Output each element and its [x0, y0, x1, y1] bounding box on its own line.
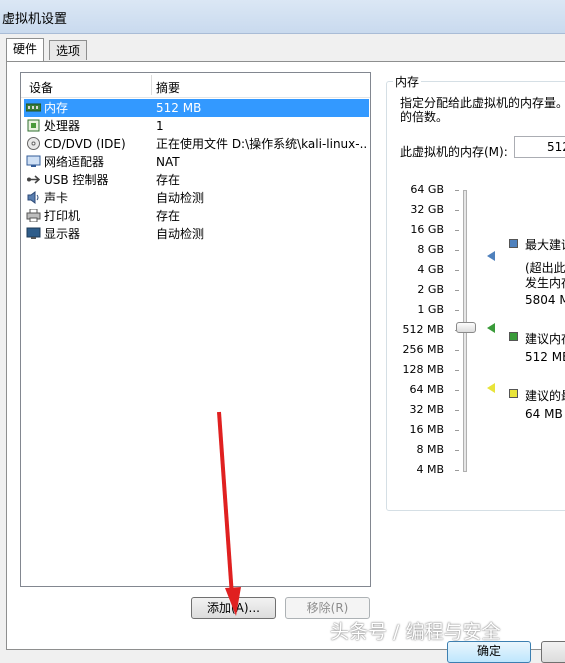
memory-description-line1: 指定分配给此虚拟机的内存量。 — [400, 96, 565, 110]
scale-label: 32 MB — [409, 403, 444, 416]
scale-label: 16 MB — [409, 423, 444, 436]
device-row-network-adapter[interactable]: 网络适配器 NAT — [24, 153, 369, 171]
device-summary: NAT — [156, 155, 180, 169]
device-row-memory[interactable]: 内存 512 MB — [24, 99, 369, 117]
scale-tick — [455, 390, 459, 391]
device-summary: 存在 — [156, 209, 181, 223]
scale-tick — [455, 230, 459, 231]
recommended-swatch — [509, 332, 518, 341]
scale-label: 64 MB — [409, 383, 444, 396]
min-recommended-value: 64 MB — [525, 407, 563, 421]
device-name: USB 控制器 — [44, 173, 109, 187]
memory-amount-label: 此虚拟机的内存(M): — [400, 145, 508, 159]
remove-button[interactable]: 移除(R) — [285, 597, 370, 619]
ok-button[interactable]: 确定 — [447, 641, 531, 663]
device-name: 内存 — [44, 101, 69, 115]
watermark: 头条号 / 编程与安全 — [330, 621, 501, 643]
max-recommended-swatch — [509, 239, 518, 248]
scale-tick — [455, 310, 459, 311]
min-recommended-marker — [487, 383, 495, 393]
min-recommended-label: 建议的最 — [525, 389, 565, 403]
tab-options[interactable]: 选项 — [49, 40, 87, 60]
tab-hardware[interactable]: 硬件 — [6, 38, 44, 61]
device-row-sound-card[interactable]: 声卡 自动检测 — [24, 189, 369, 207]
device-summary: 自动检测 — [156, 227, 205, 241]
window-title: 虚拟机设置 — [2, 12, 68, 27]
max-recommended-note2: 发生内存 — [525, 276, 565, 290]
scale-label: 1 GB — [417, 303, 444, 316]
printer-icon — [26, 209, 41, 222]
device-row-cd-dvd[interactable]: CD/DVD (IDE) 正在使用文件 D:\操作系统\kali-linux-.… — [24, 135, 369, 153]
max-recommended-label: 最大建议 — [525, 238, 565, 252]
device-name: 显示器 — [44, 227, 81, 241]
scale-label: 32 GB — [410, 203, 444, 216]
recommended-label: 建议内存 — [525, 332, 565, 346]
device-list: 设备 摘要 内存 512 MB 处理器 1 CD/DVD (IDE) 正在使用文… — [20, 72, 371, 587]
scale-label: 8 GB — [417, 243, 444, 256]
scale-label: 2 GB — [417, 283, 444, 296]
device-summary: 自动检测 — [156, 191, 205, 205]
max-recommended-value: 5804 M — [525, 293, 565, 307]
add-button[interactable]: 添加(A)... — [191, 597, 276, 619]
device-name: 处理器 — [44, 119, 81, 133]
column-header-device[interactable]: 设备 — [29, 79, 53, 96]
memory-amount-input[interactable]: 512 — [514, 136, 565, 158]
scale-label: 128 MB — [402, 363, 444, 376]
device-name: CD/DVD (IDE) — [44, 137, 126, 151]
scale-label: 256 MB — [402, 343, 444, 356]
title-bar: 虚拟机设置 — [0, 0, 565, 34]
memory-group-title: 内存 — [393, 73, 422, 90]
device-row-display[interactable]: 显示器 自动检测 — [24, 225, 369, 243]
cpu-icon — [27, 119, 40, 132]
scale-label: 4 GB — [417, 263, 444, 276]
scale-label: 64 GB — [410, 183, 444, 196]
device-row-printer[interactable]: 打印机 存在 — [24, 207, 369, 225]
device-row-usb-controller[interactable]: USB 控制器 存在 — [24, 171, 369, 189]
usb-icon — [27, 175, 41, 184]
scale-tick — [455, 370, 459, 371]
max-recommended-marker — [487, 251, 495, 261]
scale-tick — [455, 250, 459, 251]
monitor-icon — [26, 227, 41, 239]
network-adapter-icon — [26, 155, 41, 167]
scale-tick — [455, 410, 459, 411]
scale-label: 8 MB — [416, 443, 444, 456]
cd-dvd-icon — [27, 137, 40, 150]
memory-description: 指定分配给此虚拟机的内存量。 的倍数。 — [400, 96, 565, 124]
device-list-header: 设备 摘要 — [21, 73, 370, 98]
scale-label: 4 MB — [416, 463, 444, 476]
device-name: 网络适配器 — [44, 155, 105, 169]
scale-tick — [455, 290, 459, 291]
scale-label: 16 GB — [410, 223, 444, 236]
recommended-value: 512 MB — [525, 350, 565, 364]
scale-tick — [455, 210, 459, 211]
scale-tick — [455, 270, 459, 271]
min-recommended-swatch — [509, 389, 518, 398]
device-row-processor[interactable]: 处理器 1 — [24, 117, 369, 135]
memory-icon — [26, 103, 41, 112]
scale-tick — [455, 430, 459, 431]
cancel-button[interactable] — [541, 641, 565, 663]
device-summary: 正在使用文件 D:\操作系统\kali-linux-... — [156, 137, 368, 151]
column-header-summary[interactable]: 摘要 — [156, 79, 180, 96]
scale-tick — [455, 190, 459, 191]
device-name: 声卡 — [44, 191, 69, 205]
recommended-marker — [487, 323, 495, 333]
device-name: 打印机 — [44, 209, 81, 223]
device-summary: 1 — [156, 119, 164, 133]
scale-tick — [455, 470, 459, 471]
memory-slider-thumb[interactable] — [456, 322, 476, 333]
sound-card-icon — [27, 191, 39, 204]
device-summary: 存在 — [156, 173, 181, 187]
scale-tick — [455, 350, 459, 351]
scale-label: 512 MB — [402, 323, 444, 336]
device-summary: 512 MB — [156, 101, 202, 115]
memory-description-line2: 的倍数。 — [400, 110, 449, 124]
scale-tick — [455, 450, 459, 451]
